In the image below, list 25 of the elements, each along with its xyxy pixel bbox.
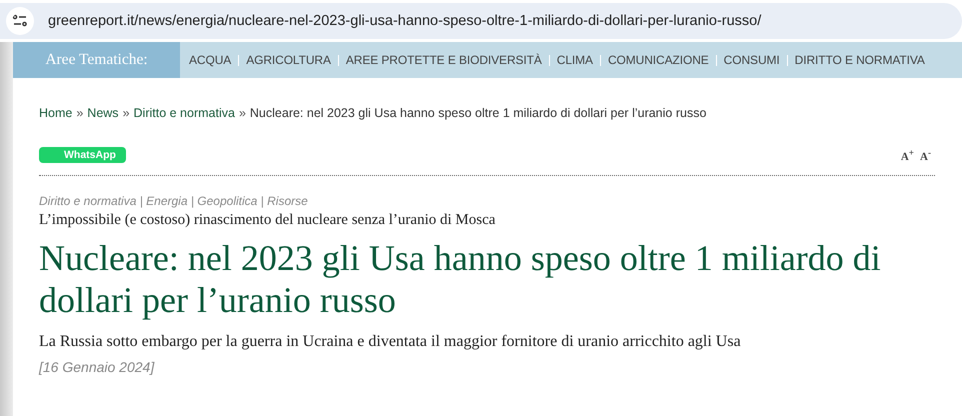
article-kicker: L’impossibile (e costoso) rinascimento del nucleare senza l’uranio di Mosca	[39, 212, 496, 229]
site-settings-icon[interactable]	[6, 7, 34, 35]
breadcrumb-separator: »	[122, 106, 130, 120]
nav-link[interactable]: ACQUA	[189, 53, 232, 67]
url-text: greenreport.it/news/energia/nucleare-nel-2023-gli-usa-hanno-speso-oltre-1-miliardo-di-dollari-per-luranio-russo/	[48, 13, 762, 29]
article-date: [16 Gennaio 2024]	[39, 359, 156, 375]
nav-label: Aree Tematiche:	[13, 42, 180, 78]
breadcrumb-current: Nucleare: nel 2023 gli Usa hanno speso oltre 1 miliardo di dollari per l’uranio russo	[250, 106, 706, 120]
font-size-button[interactable]: A$^{+}$	[900, 147, 914, 163]
font-size-button[interactable]: A$^{-}$	[920, 147, 931, 163]
article-title: Nucleare: nel 2023 gli Usa hanno speso oltre 1 miliardo di dollari per l’uranio russo	[39, 237, 882, 321]
article-tags: Diritto e normativa | Energia | Geopolitica | Risorse	[39, 194, 935, 208]
nav-link[interactable]: CONSUMI	[724, 53, 780, 67]
nav-link[interactable]: AGRICOLTURA	[246, 53, 331, 67]
breadcrumb-link[interactable]: News	[87, 106, 119, 120]
breadcrumb-link[interactable]: Home	[39, 106, 72, 120]
nav-link[interactable]: CLIMA	[556, 53, 593, 67]
breadcrumb-link[interactable]: Diritto e normativa	[134, 106, 235, 120]
breadcrumb-separator: »	[238, 106, 246, 120]
address-bar[interactable]: greenreport.it/news/energia/nucleare-nel-2023-gli-usa-hanno-speso-oltre-1-miliardo-di-dollari-per-luranio-russo/	[0, 3, 962, 39]
nav-link[interactable]: DIRITTO E NORMATIVA	[794, 53, 925, 67]
article-summary: La Russia sotto embargo per la guerra in Ucraina e diventata il maggior fornitore di uranio arricchito agli Usa	[39, 333, 742, 351]
nav-link[interactable]: AREE PROTETTE E BIODIVERSITÀ	[346, 53, 542, 67]
nav-link[interactable]: COMUNICAZIONE	[608, 53, 709, 67]
breadcrumb-separator: »	[76, 106, 84, 120]
